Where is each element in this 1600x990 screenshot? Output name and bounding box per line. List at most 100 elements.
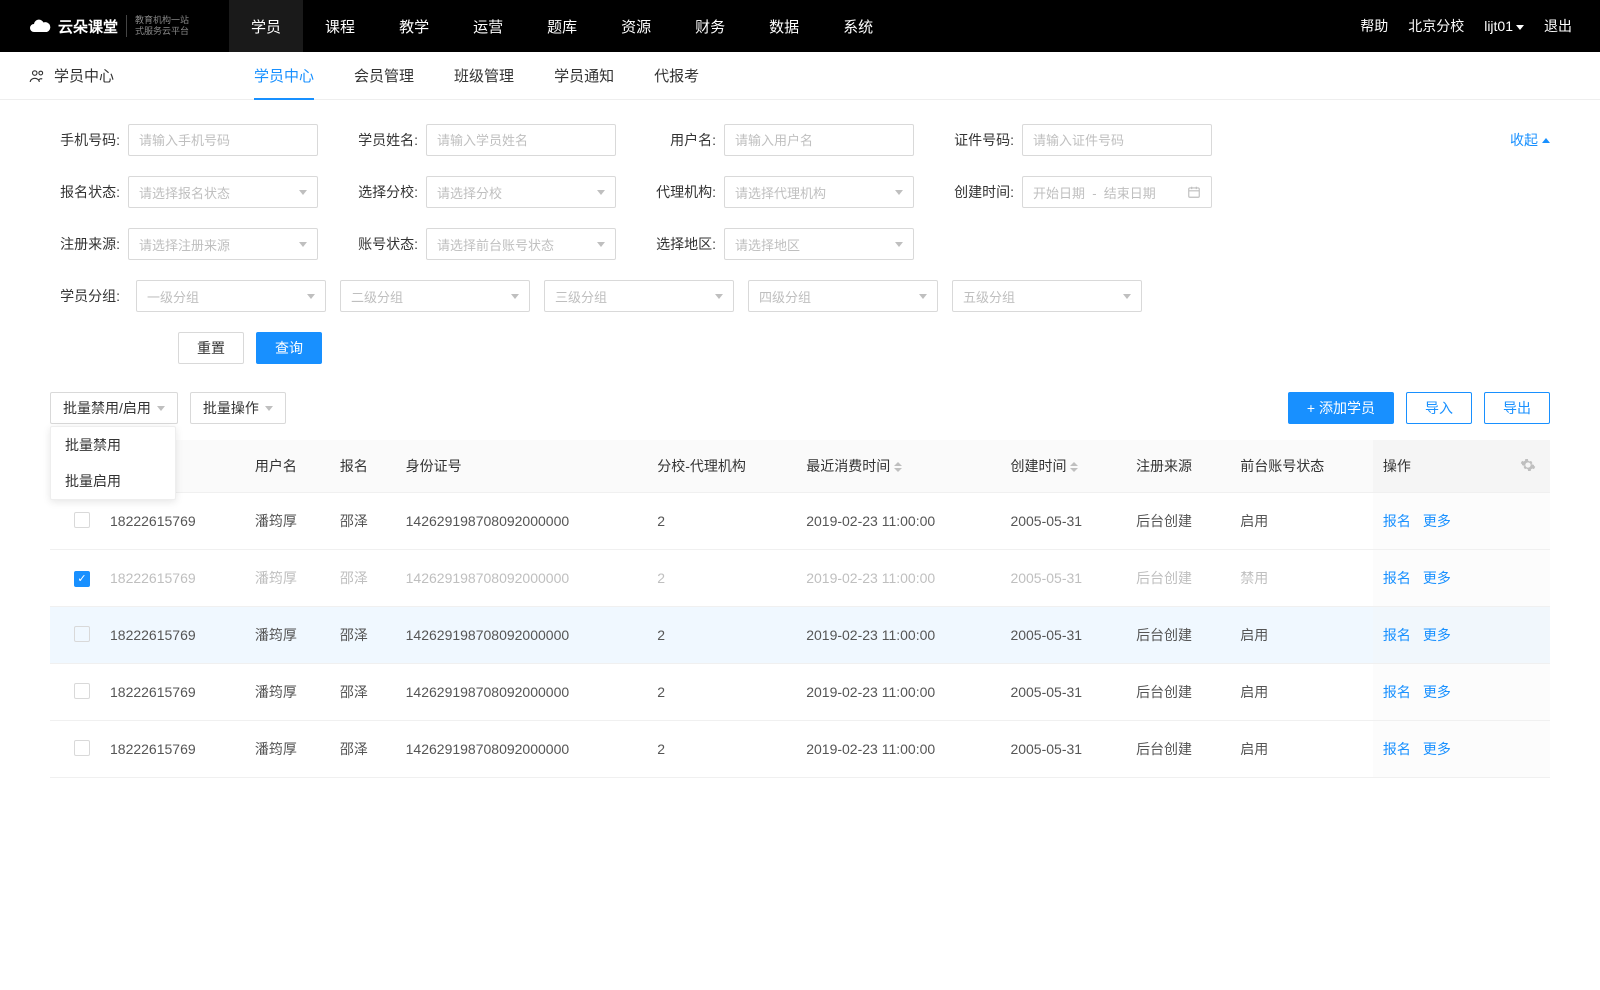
create-time-label: 创建时间: bbox=[944, 182, 1014, 202]
action-more[interactable]: 更多 bbox=[1423, 513, 1451, 529]
cell-phone: 18222615769 bbox=[100, 493, 245, 550]
group-select-4[interactable]: 四级分组 bbox=[748, 280, 938, 312]
row-checkbox[interactable] bbox=[74, 512, 90, 528]
cell-source: 后台创建 bbox=[1126, 550, 1230, 607]
logo-subtitle: 教育机构一站 式服务云平台 bbox=[126, 15, 189, 37]
action-more[interactable]: 更多 bbox=[1423, 627, 1451, 643]
sub-nav: 学员中心 学员中心会员管理班级管理学员通知代报考 bbox=[0, 52, 1600, 100]
chevron-up-icon bbox=[1542, 138, 1550, 143]
nav-item-2[interactable]: 教学 bbox=[377, 0, 451, 52]
phone-input[interactable] bbox=[128, 124, 318, 156]
nav-item-1[interactable]: 课程 bbox=[303, 0, 377, 52]
sub-nav-item-0[interactable]: 学员中心 bbox=[254, 52, 314, 100]
cell-branch: 2 bbox=[647, 607, 796, 664]
cell-enroll: 邵泽 bbox=[330, 607, 396, 664]
cell-enroll: 邵泽 bbox=[330, 493, 396, 550]
group-label: 学员分组: bbox=[50, 286, 120, 306]
action-enroll[interactable]: 报名 bbox=[1383, 684, 1411, 700]
gear-icon[interactable] bbox=[1520, 457, 1536, 473]
row-checkbox[interactable] bbox=[74, 740, 90, 756]
reset-button[interactable]: 重置 bbox=[178, 332, 244, 364]
sub-nav-item-1[interactable]: 会员管理 bbox=[354, 52, 414, 100]
group-select-2[interactable]: 二级分组 bbox=[340, 280, 530, 312]
nav-item-5[interactable]: 资源 bbox=[599, 0, 673, 52]
cell-id: 142629198708092000000 bbox=[396, 493, 648, 550]
action-more[interactable]: 更多 bbox=[1423, 684, 1451, 700]
row-checkbox[interactable] bbox=[74, 683, 90, 699]
help-link[interactable]: 帮助 bbox=[1360, 16, 1388, 36]
name-input[interactable] bbox=[426, 124, 616, 156]
cell-enroll: 邵泽 bbox=[330, 721, 396, 778]
group-select-3[interactable]: 三级分组 bbox=[544, 280, 734, 312]
top-nav: 云朵课堂 教育机构一站 式服务云平台 学员课程教学运营题库资源财务数据系统 帮助… bbox=[0, 0, 1600, 52]
sub-nav-item-3[interactable]: 学员通知 bbox=[554, 52, 614, 100]
username-input[interactable] bbox=[724, 124, 914, 156]
branch-select[interactable]: 请选择分校 bbox=[426, 176, 616, 208]
action-more[interactable]: 更多 bbox=[1423, 741, 1451, 757]
action-enroll[interactable]: 报名 bbox=[1383, 513, 1411, 529]
import-button[interactable]: 导入 bbox=[1406, 392, 1472, 424]
export-button[interactable]: 导出 bbox=[1484, 392, 1550, 424]
cell-username: 潘筠厚 bbox=[245, 607, 330, 664]
cell-source: 后台创建 bbox=[1126, 664, 1230, 721]
cell-id: 142629198708092000000 bbox=[396, 664, 648, 721]
sort-icon[interactable] bbox=[1070, 462, 1078, 472]
row-checkbox[interactable] bbox=[74, 626, 90, 642]
nav-item-8[interactable]: 系统 bbox=[821, 0, 895, 52]
batch-menu-item-0[interactable]: 批量禁用 bbox=[51, 427, 175, 463]
cell-branch: 2 bbox=[647, 493, 796, 550]
col-header-6: 最近消费时间 bbox=[796, 440, 1000, 493]
add-student-button[interactable]: + 添加学员 bbox=[1288, 392, 1394, 424]
nav-item-7[interactable]: 数据 bbox=[747, 0, 821, 52]
cell-enroll: 邵泽 bbox=[330, 550, 396, 607]
nav-item-3[interactable]: 运营 bbox=[451, 0, 525, 52]
account-status-select[interactable]: 请选择前台账号状态 bbox=[426, 228, 616, 260]
chevron-down-icon bbox=[307, 294, 315, 299]
col-header-3: 报名 bbox=[330, 440, 396, 493]
create-time-range[interactable]: 开始日期 - 结束日期 bbox=[1022, 176, 1212, 208]
group-select-1[interactable]: 一级分组 bbox=[136, 280, 326, 312]
cell-id: 142629198708092000000 bbox=[396, 607, 648, 664]
filter-section: 收起 手机号码: 学员姓名: 用户名: 证件号码: 报名状态:请选择报名状态 选… bbox=[0, 100, 1600, 372]
action-enroll[interactable]: 报名 bbox=[1383, 627, 1411, 643]
cell-source: 后台创建 bbox=[1126, 721, 1230, 778]
chevron-down-icon bbox=[265, 406, 273, 411]
cell-username: 潘筠厚 bbox=[245, 550, 330, 607]
student-table: 用户名报名身份证号分校-代理机构最近消费时间创建时间注册来源前台账号状态操作 1… bbox=[50, 440, 1550, 778]
group-select-5[interactable]: 五级分组 bbox=[952, 280, 1142, 312]
cell-create-time: 2005-05-31 bbox=[1000, 493, 1126, 550]
row-checkbox[interactable] bbox=[74, 571, 90, 587]
action-enroll[interactable]: 报名 bbox=[1383, 570, 1411, 586]
collapse-button[interactable]: 收起 bbox=[1510, 130, 1550, 150]
idcard-input[interactable] bbox=[1022, 124, 1212, 156]
batch-op-button[interactable]: 批量操作 bbox=[190, 392, 286, 424]
sub-nav-item-2[interactable]: 班级管理 bbox=[454, 52, 514, 100]
action-enroll[interactable]: 报名 bbox=[1383, 741, 1411, 757]
logout-link[interactable]: 退出 bbox=[1544, 16, 1572, 36]
agency-label: 代理机构: bbox=[646, 182, 716, 202]
cell-last-consume: 2019-02-23 11:00:00 bbox=[796, 664, 1000, 721]
branch-link[interactable]: 北京分校 bbox=[1408, 16, 1464, 36]
nav-item-4[interactable]: 题库 bbox=[525, 0, 599, 52]
cell-source: 后台创建 bbox=[1126, 607, 1230, 664]
enroll-status-select[interactable]: 请选择报名状态 bbox=[128, 176, 318, 208]
sort-icon[interactable] bbox=[894, 462, 902, 472]
batch-menu-item-1[interactable]: 批量启用 bbox=[51, 463, 175, 499]
search-button[interactable]: 查询 bbox=[256, 332, 322, 364]
action-more[interactable]: 更多 bbox=[1423, 570, 1451, 586]
logo[interactable]: 云朵课堂 教育机构一站 式服务云平台 bbox=[28, 14, 189, 38]
nav-item-0[interactable]: 学员 bbox=[229, 0, 303, 52]
agency-select[interactable]: 请选择代理机构 bbox=[724, 176, 914, 208]
col-header-9: 前台账号状态 bbox=[1230, 440, 1373, 493]
sub-nav-item-4[interactable]: 代报考 bbox=[654, 52, 699, 100]
reg-source-select[interactable]: 请选择注册来源 bbox=[128, 228, 318, 260]
batch-toggle-button[interactable]: 批量禁用/启用 bbox=[50, 392, 178, 424]
region-label: 选择地区: bbox=[646, 234, 716, 254]
col-header-10: 操作 bbox=[1373, 440, 1510, 493]
chevron-down-icon bbox=[511, 294, 519, 299]
cell-status: 启用 bbox=[1230, 721, 1373, 778]
nav-item-6[interactable]: 财务 bbox=[673, 0, 747, 52]
user-menu[interactable]: lijt01 bbox=[1484, 18, 1524, 34]
cell-last-consume: 2019-02-23 11:00:00 bbox=[796, 550, 1000, 607]
region-select[interactable]: 请选择地区 bbox=[724, 228, 914, 260]
